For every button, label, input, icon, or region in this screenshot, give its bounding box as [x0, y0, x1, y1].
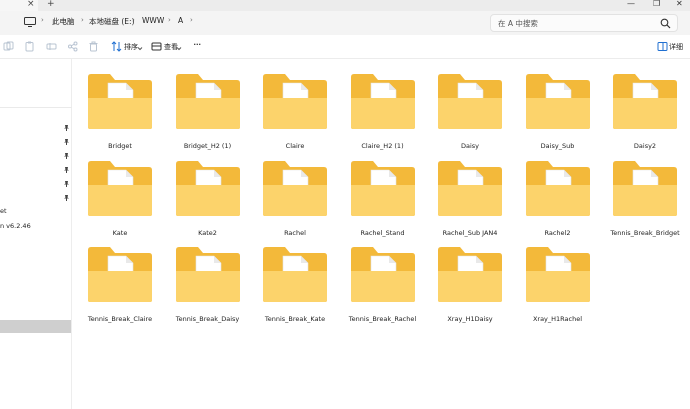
sort-button[interactable]: 排序 [124, 42, 138, 52]
folder-icon [263, 160, 327, 216]
nav-item[interactable]: et [0, 207, 7, 215]
folder-label: Tennis_Break_Daisy [175, 315, 240, 323]
folder-item[interactable]: Tennis_Break_Rachel [338, 236, 418, 323]
folder-item[interactable]: Tennis_Break_Bridget [600, 150, 680, 237]
folder-label: Tennis_Break_Kate [264, 315, 326, 323]
copy-icon[interactable] [3, 41, 14, 52]
breadcrumb-separator: › [168, 16, 171, 24]
search-input[interactable]: 在 A 中搜索 [490, 14, 678, 32]
breadcrumb-www[interactable]: WWW [142, 16, 164, 25]
share-icon[interactable] [67, 41, 78, 52]
folder-icon [175, 160, 240, 216]
more-options-button[interactable]: ··· [193, 38, 201, 51]
folder-item[interactable]: Daisy_Sub [513, 63, 593, 150]
delete-icon[interactable] [88, 41, 99, 52]
tab-close-button[interactable]: × [27, 0, 35, 9]
breadcrumb-separator: › [132, 16, 135, 24]
folder-item[interactable]: Bridget [75, 63, 155, 150]
folder-item[interactable]: Daisy2 [600, 63, 680, 150]
details-pane-icon[interactable] [657, 41, 668, 52]
folder-item[interactable]: Rachel [250, 150, 330, 237]
search-icon[interactable] [660, 18, 671, 29]
folder-icon [613, 74, 677, 129]
folder-item[interactable]: Tennis_Break_Daisy [163, 236, 243, 323]
breadcrumb-separator: › [190, 16, 193, 24]
folder-icon [263, 247, 327, 302]
folder-icon [525, 160, 590, 216]
folder-icon [350, 247, 415, 302]
folder-icon [438, 247, 502, 302]
new-tab-button[interactable]: + [47, 0, 55, 9]
details-button[interactable]: 详细 [669, 42, 683, 52]
pin-icon [64, 195, 69, 201]
address-bar: › 此电脑 › 本地磁盘 (E:) › WWW › A › 在 A 中搜索 [0, 11, 690, 35]
folder-label: Tennis_Break_Rachel [348, 315, 417, 323]
view-icon[interactable] [151, 41, 162, 52]
folder-label: Xray_H1Daisy [447, 315, 493, 323]
file-view: Bridget Bridget_H2 (1) Claire Claire_H2 (1)… [72, 59, 690, 409]
folder-icon [88, 74, 152, 129]
folder-item[interactable]: Claire [250, 63, 330, 150]
tab-strip: × + — ❐ ✕ [0, 0, 690, 11]
pin-icon [64, 181, 69, 187]
search-placeholder: 在 A 中搜索 [498, 19, 538, 28]
folder-item[interactable]: Bridget_H2 (1) [163, 63, 243, 150]
folder-item[interactable]: Tennis_Break_Kate [250, 236, 330, 323]
breadcrumb-separator: › [81, 16, 84, 24]
minimize-button[interactable]: — [627, 0, 635, 8]
breadcrumb-local-disk[interactable]: 本地磁盘 (E:) [89, 16, 135, 27]
chevron-down-icon[interactable] [176, 43, 182, 54]
breadcrumb-separator: › [41, 16, 44, 24]
folder-icon [350, 74, 415, 129]
folder-icon [613, 160, 677, 216]
folder-icon [525, 74, 590, 129]
folder-item[interactable]: Xray_H1Daisy [425, 236, 505, 323]
nav-divider [0, 107, 72, 108]
pin-icon [64, 139, 69, 145]
folder-icon [88, 247, 152, 302]
folder-icon [88, 160, 152, 216]
rename-icon[interactable] [46, 41, 57, 52]
command-bar: 排序 查看 ··· 详细 [0, 35, 690, 59]
pin-icon [64, 167, 69, 173]
maximize-button[interactable]: ❐ [653, 0, 660, 8]
folder-icon [175, 247, 240, 302]
folder-item[interactable]: Claire_H2 (1) [338, 63, 418, 150]
folder-label: Xray_H1Rachel [532, 315, 583, 323]
breadcrumb-a[interactable]: A [178, 16, 183, 25]
folder-label: Tennis_Break_Bridget [610, 228, 680, 237]
paste-icon[interactable] [24, 41, 35, 52]
folder-item[interactable]: Xray_H1Rachel [513, 236, 593, 323]
folder-label: Tennis_Break_Claire [87, 315, 153, 323]
folder-item[interactable]: Kate [75, 150, 155, 237]
pin-icon [64, 153, 69, 159]
folder-item[interactable]: Rachel2 [513, 150, 593, 237]
monitor-icon[interactable] [24, 17, 36, 27]
folder-icon [438, 74, 502, 129]
chevron-down-icon[interactable] [137, 43, 143, 54]
pin-icon [64, 125, 69, 131]
folder-icon [525, 247, 590, 302]
folder-icon [350, 160, 415, 216]
breadcrumb-this-pc[interactable]: 此电脑 [52, 16, 75, 27]
folder-icon [263, 74, 327, 129]
folder-item[interactable]: Rachel_Stand [338, 150, 418, 237]
folder-item[interactable]: Tennis_Break_Claire [75, 236, 155, 323]
tab-current[interactable]: × [0, 0, 38, 11]
folder-item[interactable]: Daisy [425, 63, 505, 150]
folder-item[interactable]: Kate2 [163, 150, 243, 237]
nav-item-selected[interactable] [0, 320, 71, 333]
folder-icon [175, 74, 240, 129]
nav-item[interactable]: n v6.2.46 [0, 222, 31, 230]
folder-item[interactable]: Rachel_Sub JAN4 [425, 150, 505, 237]
folder-icon [438, 160, 502, 216]
sort-icon[interactable] [111, 41, 122, 52]
close-button[interactable]: ✕ [676, 0, 683, 8]
navigation-pane: et n v6.2.46 [0, 59, 72, 409]
